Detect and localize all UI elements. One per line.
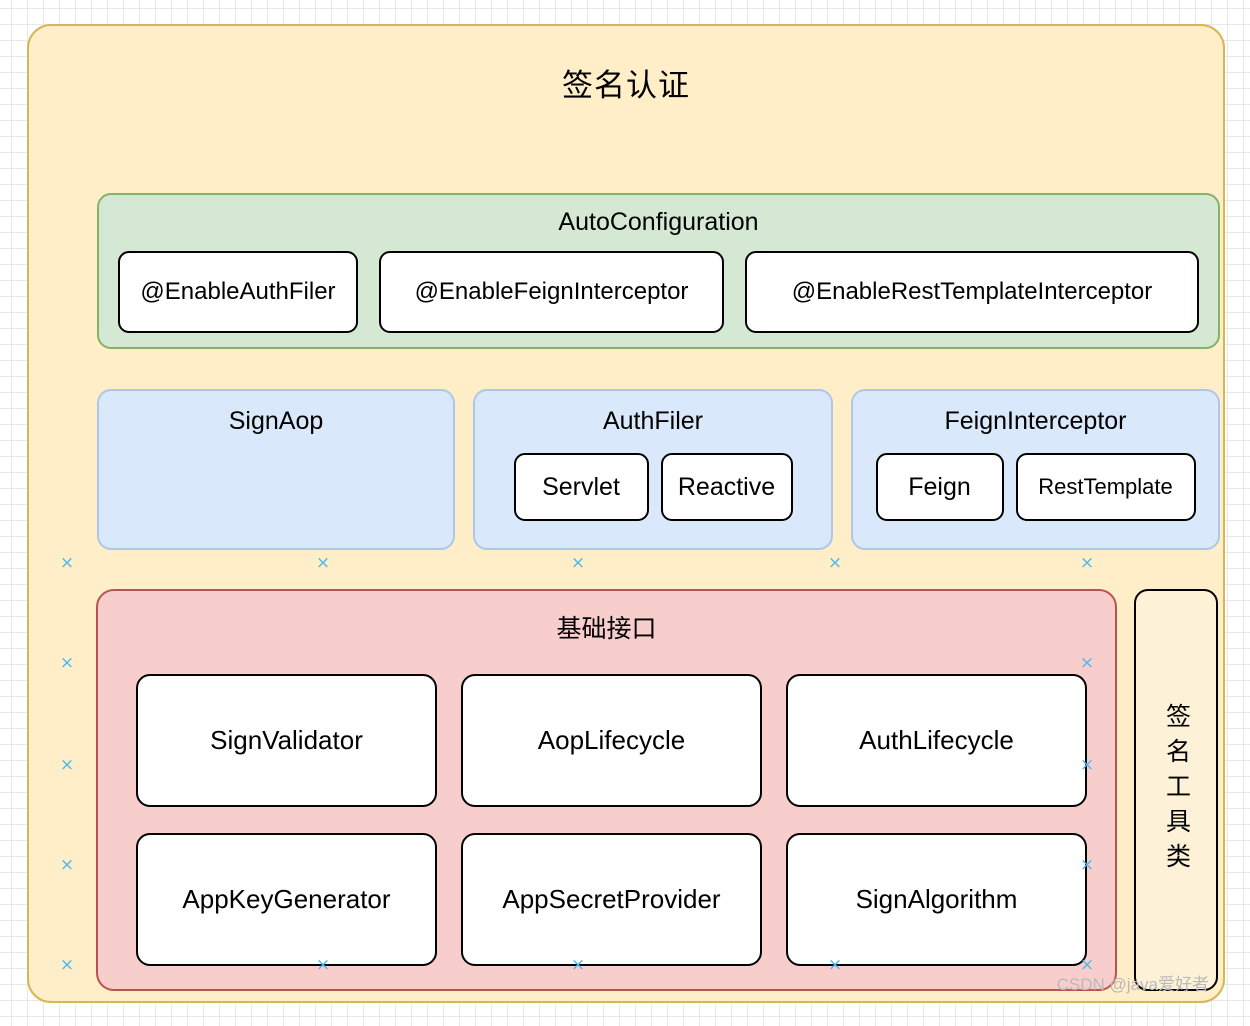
annotation-box-enable-auth-filer[interactable]: @EnableAuthFiler <box>118 251 358 333</box>
selection-handle[interactable]: × <box>59 555 75 572</box>
subcomponent-reactive[interactable]: Reactive <box>660 453 793 521</box>
selection-handle[interactable]: × <box>1079 555 1095 572</box>
selection-handle[interactable]: × <box>570 957 586 974</box>
diagram-title: 签名认证 <box>562 68 690 103</box>
base-interface-grid: SignValidator AopLifecycle AuthLifecycle… <box>136 674 1087 966</box>
interface-box-aoplifecycle[interactable]: AopLifecycle <box>461 674 762 807</box>
base-interface-row: SignValidator AopLifecycle AuthLifecycle <box>136 674 1087 807</box>
interface-box-appkeygenerator[interactable]: AppKeyGenerator <box>136 833 437 966</box>
signature-util-box[interactable]: 签名工具类 <box>1134 589 1218 991</box>
base-interface-row: AppKeyGenerator AppSecretProvider SignAl… <box>136 833 1087 966</box>
component-feigninterceptor-title: FeignInterceptor <box>944 407 1127 435</box>
selection-handle[interactable]: × <box>1079 655 1095 672</box>
diagram-canvas: 签名认证 AutoConfiguration @EnableAuthFiler … <box>0 0 1250 1026</box>
selection-handle[interactable]: × <box>827 555 843 572</box>
selection-handle[interactable]: × <box>59 655 75 672</box>
subcomponent-resttemplate[interactable]: RestTemplate <box>1015 453 1196 521</box>
selection-handle[interactable]: × <box>1079 857 1095 874</box>
interface-box-authlifecycle[interactable]: AuthLifecycle <box>786 674 1087 807</box>
base-interface-group[interactable]: 基础接口 SignValidator AopLifecycle AuthLife… <box>96 589 1117 991</box>
signature-auth-container[interactable]: 签名认证 AutoConfiguration @EnableAuthFiler … <box>27 24 1225 1003</box>
annotation-box-enable-rest-template-interceptor[interactable]: @EnableRestTemplateInterceptor <box>745 251 1199 333</box>
selection-handle[interactable]: × <box>59 857 75 874</box>
component-feigninterceptor[interactable]: FeignInterceptor Feign RestTemplate <box>851 389 1220 550</box>
selection-handle[interactable]: × <box>315 957 331 974</box>
interface-box-appsecretprovider[interactable]: AppSecretProvider <box>461 833 762 966</box>
subcomponent-feign[interactable]: Feign <box>875 453 1004 521</box>
subcomponent-servlet[interactable]: Servlet <box>513 453 649 521</box>
selection-handle[interactable]: × <box>1079 957 1095 974</box>
autoconfiguration-group[interactable]: AutoConfiguration @EnableAuthFiler @Enab… <box>97 193 1220 349</box>
interface-box-signalgorithm[interactable]: SignAlgorithm <box>786 833 1087 966</box>
component-authfiler[interactable]: AuthFiler Servlet Reactive <box>473 389 833 550</box>
component-row: SignAop AuthFiler Servlet Reactive Feign… <box>97 389 1220 550</box>
component-authfiler-title: AuthFiler <box>602 407 704 435</box>
selection-handle[interactable]: × <box>570 555 586 572</box>
base-interface-title: 基础接口 <box>556 615 657 643</box>
annotation-box-enable-feign-interceptor[interactable]: @EnableFeignInterceptor <box>379 251 724 333</box>
feigninterceptor-children: Feign RestTemplate <box>853 453 1218 521</box>
signature-util-label: 签名工具类 <box>1162 702 1191 878</box>
component-signaop-title: SignAop <box>228 407 324 435</box>
interface-box-signvalidator[interactable]: SignValidator <box>136 674 437 807</box>
selection-handle[interactable]: × <box>59 757 75 774</box>
authfiler-children: Servlet Reactive <box>475 453 831 521</box>
selection-handle[interactable]: × <box>59 957 75 974</box>
selection-handle[interactable]: × <box>827 957 843 974</box>
autoconfiguration-title: AutoConfiguration <box>558 208 759 236</box>
selection-handle[interactable]: × <box>315 555 331 572</box>
component-signaop[interactable]: SignAop <box>97 389 455 550</box>
selection-handle[interactable]: × <box>1079 757 1095 774</box>
annotation-row: @EnableAuthFiler @EnableFeignInterceptor… <box>118 251 1199 333</box>
